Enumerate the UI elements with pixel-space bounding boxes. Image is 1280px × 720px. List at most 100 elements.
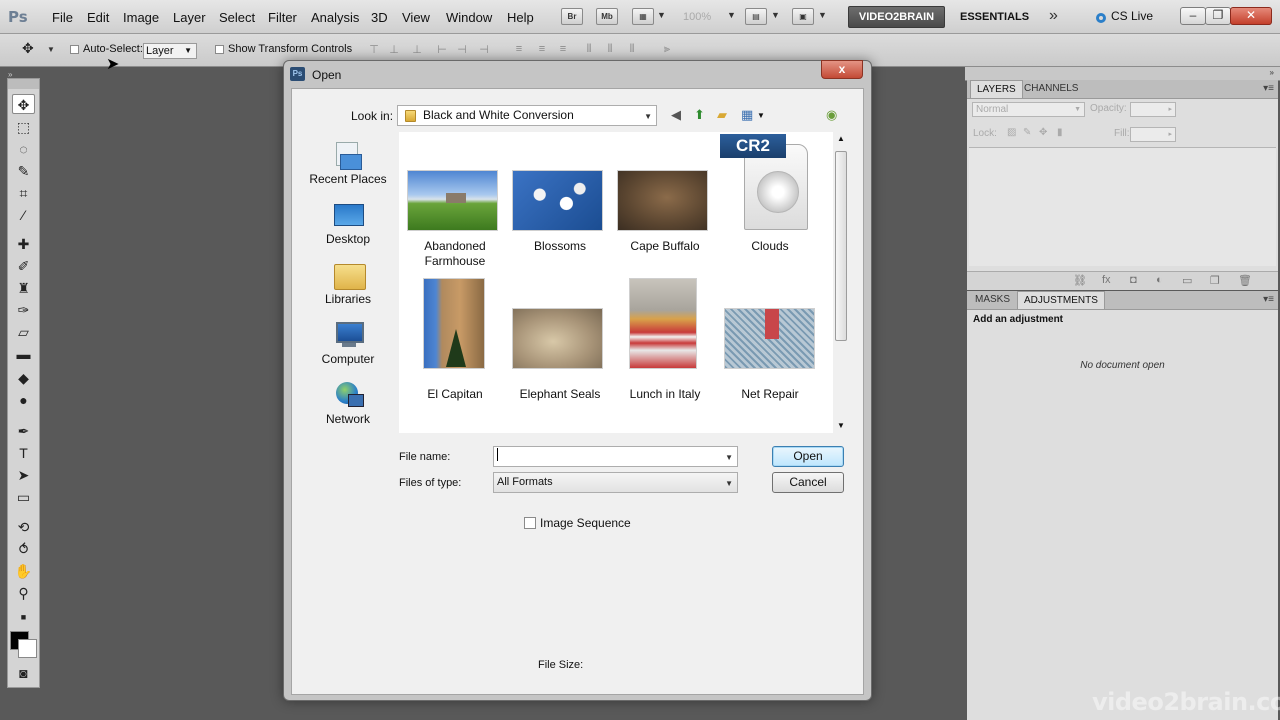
chevron-down-icon[interactable]: ▼ xyxy=(771,10,780,20)
gradient-tool-icon[interactable]: ▬ xyxy=(12,344,35,364)
place-network[interactable]: Network xyxy=(304,382,392,426)
adjustment-layer-icon[interactable]: ◐ xyxy=(1156,274,1163,286)
new-layer-icon[interactable]: ❐ xyxy=(1210,274,1220,287)
background-color-swatch[interactable] xyxy=(18,639,37,658)
path-selection-tool-icon[interactable]: ➤ xyxy=(12,465,35,485)
dialog-close-button[interactable]: x xyxy=(821,60,863,79)
place-recent-places[interactable]: Recent Places xyxy=(304,142,392,186)
align-top-icon[interactable]: ⊤ xyxy=(367,43,381,57)
align-right-icon[interactable]: ⊣ xyxy=(477,43,491,57)
move-tool-icon[interactable]: ✥ xyxy=(12,94,35,114)
auto-select-checkbox[interactable] xyxy=(70,45,79,54)
bridge-button[interactable]: Br xyxy=(561,8,583,25)
collapse-panels-icon[interactable]: » xyxy=(1270,68,1274,77)
transform-controls-checkbox[interactable] xyxy=(215,45,224,54)
restore-button[interactable]: ❐ xyxy=(1205,7,1231,25)
lock-transparent-icon[interactable]: ▨ xyxy=(1007,127,1016,138)
menu-help[interactable]: Help xyxy=(507,10,534,25)
zoom-tool-icon[interactable]: ⚲ xyxy=(12,583,35,603)
cancel-button[interactable]: Cancel xyxy=(772,472,844,493)
panel-menu-icon[interactable]: ▾≡ xyxy=(1263,294,1274,305)
align-hcenter-icon[interactable]: ⊣ xyxy=(455,43,469,57)
3d-orbit-tool-icon[interactable]: ⥀ xyxy=(12,539,35,559)
eyedropper-tool-icon[interactable]: ⁄ xyxy=(12,205,35,225)
lock-all-icon[interactable]: ▮ xyxy=(1057,127,1063,138)
chevron-down-icon[interactable]: ▼ xyxy=(757,111,765,120)
view-menu-icon[interactable]: ▦ xyxy=(741,107,753,123)
file-name-input[interactable]: ▼ xyxy=(493,446,738,467)
delete-layer-icon[interactable]: 🗑 xyxy=(1238,274,1252,287)
menu-image[interactable]: Image xyxy=(123,10,159,25)
clone-stamp-tool-icon[interactable]: ♜ xyxy=(12,278,35,298)
scroll-up-icon[interactable]: ▲ xyxy=(837,134,845,143)
3d-rotate-tool-icon[interactable]: ⟲ xyxy=(12,517,35,537)
default-colors-icon[interactable]: ■ xyxy=(12,607,35,627)
menu-analysis[interactable]: Analysis xyxy=(311,10,359,25)
menu-file[interactable]: File xyxy=(52,10,73,25)
place-desktop[interactable]: Desktop xyxy=(304,202,392,246)
close-window-button[interactable]: ✕ xyxy=(1230,7,1272,25)
menu-view[interactable]: View xyxy=(402,10,430,25)
image-sequence-checkbox[interactable] xyxy=(524,517,536,529)
tab-masks[interactable]: MASKS xyxy=(975,294,1010,305)
auto-select-dropdown[interactable]: Layer ▼ xyxy=(143,43,197,59)
new-folder-icon[interactable]: ▰ xyxy=(717,107,727,123)
distribute-right-icon[interactable]: ⫴ xyxy=(625,43,639,57)
menu-select[interactable]: Select xyxy=(219,10,255,25)
chevron-down-icon[interactable]: ▼ xyxy=(818,10,827,20)
align-vcenter-icon[interactable]: ⊥ xyxy=(387,43,401,57)
history-brush-tool-icon[interactable]: ✑ xyxy=(12,300,35,320)
eraser-tool-icon[interactable]: ▱ xyxy=(12,322,35,342)
workspace-essentials-button[interactable]: ESSENTIALS xyxy=(960,11,1029,23)
chevron-down-icon[interactable]: ▼ xyxy=(727,10,736,20)
menu-edit[interactable]: Edit xyxy=(87,10,109,25)
preview-toggle-icon[interactable]: ◉ xyxy=(826,107,837,123)
new-group-icon[interactable]: ▭ xyxy=(1182,274,1192,287)
hand-tool-icon[interactable]: ✋ xyxy=(12,561,35,581)
brush-tool-icon[interactable]: ✐ xyxy=(12,256,35,276)
align-bottom-icon[interactable]: ⊥ xyxy=(410,43,424,57)
extras-icon[interactable]: ▦ xyxy=(632,8,654,25)
blur-tool-icon[interactable]: ◆ xyxy=(12,368,35,388)
distribute-top-icon[interactable]: ≡ xyxy=(512,43,526,57)
menu-3d[interactable]: 3D xyxy=(371,10,388,25)
open-button[interactable]: Open xyxy=(772,446,844,467)
menu-layer[interactable]: Layer xyxy=(173,10,206,25)
toolbar-grip[interactable] xyxy=(8,79,39,89)
align-left-icon[interactable]: ⊢ xyxy=(435,43,449,57)
type-tool-icon[interactable]: T xyxy=(12,443,35,463)
menu-window[interactable]: Window xyxy=(446,10,492,25)
distribute-bottom-icon[interactable]: ≡ xyxy=(556,43,570,57)
lock-position-icon[interactable]: ✥ xyxy=(1039,127,1047,138)
tab-adjustments[interactable]: ADJUSTMENTS xyxy=(1017,291,1105,309)
panel-collapse-bar[interactable] xyxy=(965,67,1280,81)
link-layers-icon[interactable]: ⛓ xyxy=(1073,274,1087,287)
chevron-down-icon[interactable]: ▼ xyxy=(657,10,666,20)
crop-tool-icon[interactable]: ⌗ xyxy=(12,183,35,203)
file-list-scrollbar[interactable]: ▲ ▼ xyxy=(833,132,850,433)
layer-style-icon[interactable]: fx xyxy=(1102,274,1111,286)
shape-tool-icon[interactable]: ▭ xyxy=(12,487,35,507)
arrange-documents-icon[interactable]: ▤ xyxy=(745,8,767,25)
minimize-button[interactable]: – xyxy=(1180,7,1206,25)
auto-align-icon[interactable]: ⫸ xyxy=(660,43,674,57)
distribute-vcenter-icon[interactable]: ≡ xyxy=(535,43,549,57)
menu-filter[interactable]: Filter xyxy=(268,10,297,25)
place-libraries[interactable]: Libraries xyxy=(304,262,392,306)
dodge-tool-icon[interactable]: ● xyxy=(12,390,35,410)
tab-channels[interactable]: CHANNELS xyxy=(1024,83,1078,94)
quick-mask-icon[interactable]: ◙ xyxy=(12,663,35,683)
distribute-left-icon[interactable]: ⫴ xyxy=(582,43,596,57)
quick-selection-tool-icon[interactable]: ✎ xyxy=(12,161,35,181)
scrollbar-thumb[interactable] xyxy=(835,151,847,341)
add-mask-icon[interactable]: ◘ xyxy=(1130,274,1137,286)
pen-tool-icon[interactable]: ✒ xyxy=(12,421,35,441)
blend-mode-select[interactable]: Normal ▼ xyxy=(972,102,1085,117)
back-icon[interactable]: ◀ xyxy=(671,107,681,123)
look-in-dropdown[interactable]: Black and White Conversion ▼ xyxy=(397,105,657,126)
panel-menu-icon[interactable]: ▾≡ xyxy=(1263,83,1274,94)
more-workspaces-icon[interactable]: » xyxy=(1049,7,1058,25)
opacity-field[interactable]: ▸ xyxy=(1130,102,1176,117)
screen-mode-icon[interactable]: ▣ xyxy=(792,8,814,25)
marquee-tool-icon[interactable]: ⬚ xyxy=(12,117,35,137)
